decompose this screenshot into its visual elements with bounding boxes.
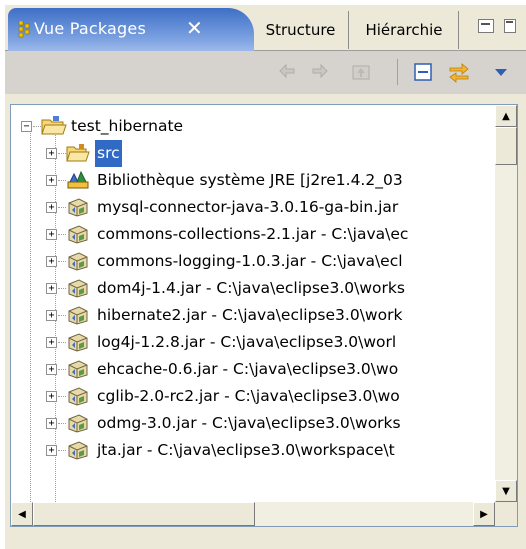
tree-item-jar[interactable]: + mysql-connector-java-3.0.16-ga-bin.jar (11, 194, 495, 221)
tab-structure[interactable]: Structure (253, 11, 349, 49)
tab-vue-packages-label: Vue Packages (34, 19, 146, 38)
expand-toggle-icon[interactable]: + (46, 391, 57, 402)
tree-item-src[interactable]: + src (11, 140, 495, 167)
tab-hierarchie[interactable]: Hiérarchie (350, 11, 459, 49)
close-icon[interactable]: ✕ (186, 16, 203, 40)
tree-item-jar[interactable]: + commons-logging-1.0.3.jar - C:\java\ecl (11, 248, 495, 275)
collapse-all-icon[interactable] (412, 61, 434, 83)
scroll-right-button[interactable]: ▶ (473, 502, 495, 526)
horizontal-scroll-thumb[interactable] (33, 502, 255, 526)
tree-item-project[interactable]: − test_hibernate (11, 113, 495, 140)
expand-toggle-icon[interactable]: + (46, 148, 57, 159)
tree-item-jar[interactable]: + dom4j-1.4.jar - C:\java\eclipse3.0\work… (11, 275, 495, 302)
expand-toggle-icon[interactable]: + (46, 283, 57, 294)
tree-item-label: commons-logging-1.0.3.jar - C:\java\ecl (97, 252, 403, 270)
toolbar-separator (397, 59, 398, 85)
up-folder-icon[interactable] (350, 61, 372, 83)
tree-item-label: hibernate2.jar - C:\java\eclipse3.0\work (97, 306, 403, 324)
maximize-icon[interactable] (504, 19, 516, 33)
expand-toggle-icon[interactable]: + (46, 445, 57, 456)
tree-item-jar[interactable]: + hibernate2.jar - C:\java\eclipse3.0\wor… (11, 302, 495, 329)
packages-icon (18, 21, 30, 38)
tree-item-jar[interactable]: + ehcache-0.6.jar - C:\java\eclipse3.0\wo (11, 356, 495, 383)
tree-item-jar[interactable]: + jta.jar - C:\java\eclipse3.0\workspace\… (11, 437, 495, 464)
forward-arrow-icon[interactable] (310, 61, 330, 81)
expand-toggle-icon[interactable]: + (46, 310, 57, 321)
expand-toggle-icon[interactable]: + (46, 418, 57, 429)
link-with-editor-icon[interactable] (447, 61, 471, 83)
scroll-left-button[interactable]: ◀ (11, 502, 33, 526)
tab-vue-packages[interactable]: Vue Packages ✕ (8, 8, 254, 51)
tree-item-jar[interactable]: + cglib-2.0-rc2.jar - C:\java\eclipse3.0\… (11, 383, 495, 410)
tree-item-label: jta.jar - C:\java\eclipse3.0\workspace\t (97, 441, 395, 459)
project-label: test_hibernate (71, 117, 184, 135)
jar-icon (66, 440, 90, 469)
tree-item-jar[interactable]: + log4j-1.2.8.jar - C:\java\eclipse3.0\wo… (11, 329, 495, 356)
tree-item-label: dom4j-1.4.jar - C:\java\eclipse3.0\works (97, 279, 405, 297)
tree-item-jar[interactable]: + odmg-3.0.jar - C:\java\eclipse3.0\works (11, 410, 495, 437)
vertical-scrollbar[interactable]: ▲ ▼ (495, 105, 517, 502)
expand-toggle-icon[interactable]: + (46, 229, 57, 240)
view-menu-icon[interactable] (494, 68, 508, 78)
tree-item-label: commons-collections-2.1.jar - C:\java\ec (97, 225, 409, 243)
scroll-up-button[interactable]: ▲ (495, 105, 517, 127)
vertical-scroll-thumb[interactable] (495, 127, 517, 165)
tree-item-label: log4j-1.2.8.jar - C:\java\eclipse3.0\wor… (97, 333, 397, 351)
expand-toggle-icon[interactable]: + (46, 364, 57, 375)
tree-item-label: ehcache-0.6.jar - C:\java\eclipse3.0\wo (97, 360, 399, 378)
expand-toggle-icon[interactable]: + (46, 202, 57, 213)
tree-item-label: cglib-2.0-rc2.jar - C:\java\eclipse3.0\w… (97, 387, 400, 405)
tree-item-label: mysql-connector-java-3.0.16-ga-bin.jar (97, 198, 399, 216)
tree-item-jre-library[interactable]: + Bibliothèque système JRE [j2re1.4.2_03 (11, 167, 495, 194)
tree-item-jar[interactable]: + commons-collections-2.1.jar - C:\java\e… (11, 221, 495, 248)
expand-toggle-icon[interactable]: + (46, 337, 57, 348)
tree-item-label: odmg-3.0.jar - C:\java\eclipse3.0\works (97, 414, 401, 432)
scrollbar-corner (495, 502, 517, 526)
horizontal-scrollbar[interactable]: ◀ ▶ (11, 502, 495, 526)
minimize-icon[interactable] (478, 19, 494, 33)
package-tree: − test_hibernate + src + Bibliothèque systè… (11, 105, 495, 502)
scroll-down-button[interactable]: ▼ (495, 480, 517, 502)
view-toolbar (5, 51, 526, 94)
tree-item-label: src (95, 140, 122, 167)
expand-toggle-icon[interactable]: + (46, 256, 57, 267)
tree-item-label: Bibliothèque système JRE [j2re1.4.2_03 (97, 171, 403, 189)
expand-toggle-icon[interactable]: + (46, 175, 57, 186)
collapse-toggle-icon[interactable]: − (21, 121, 32, 132)
package-tree-panel: − test_hibernate + src + Bibliothèque systè… (10, 104, 518, 527)
back-arrow-icon[interactable] (277, 61, 297, 81)
project-folder-icon (41, 116, 67, 135)
view-tab-bar: Vue Packages ✕ Structure Hiérarchie (5, 5, 526, 51)
